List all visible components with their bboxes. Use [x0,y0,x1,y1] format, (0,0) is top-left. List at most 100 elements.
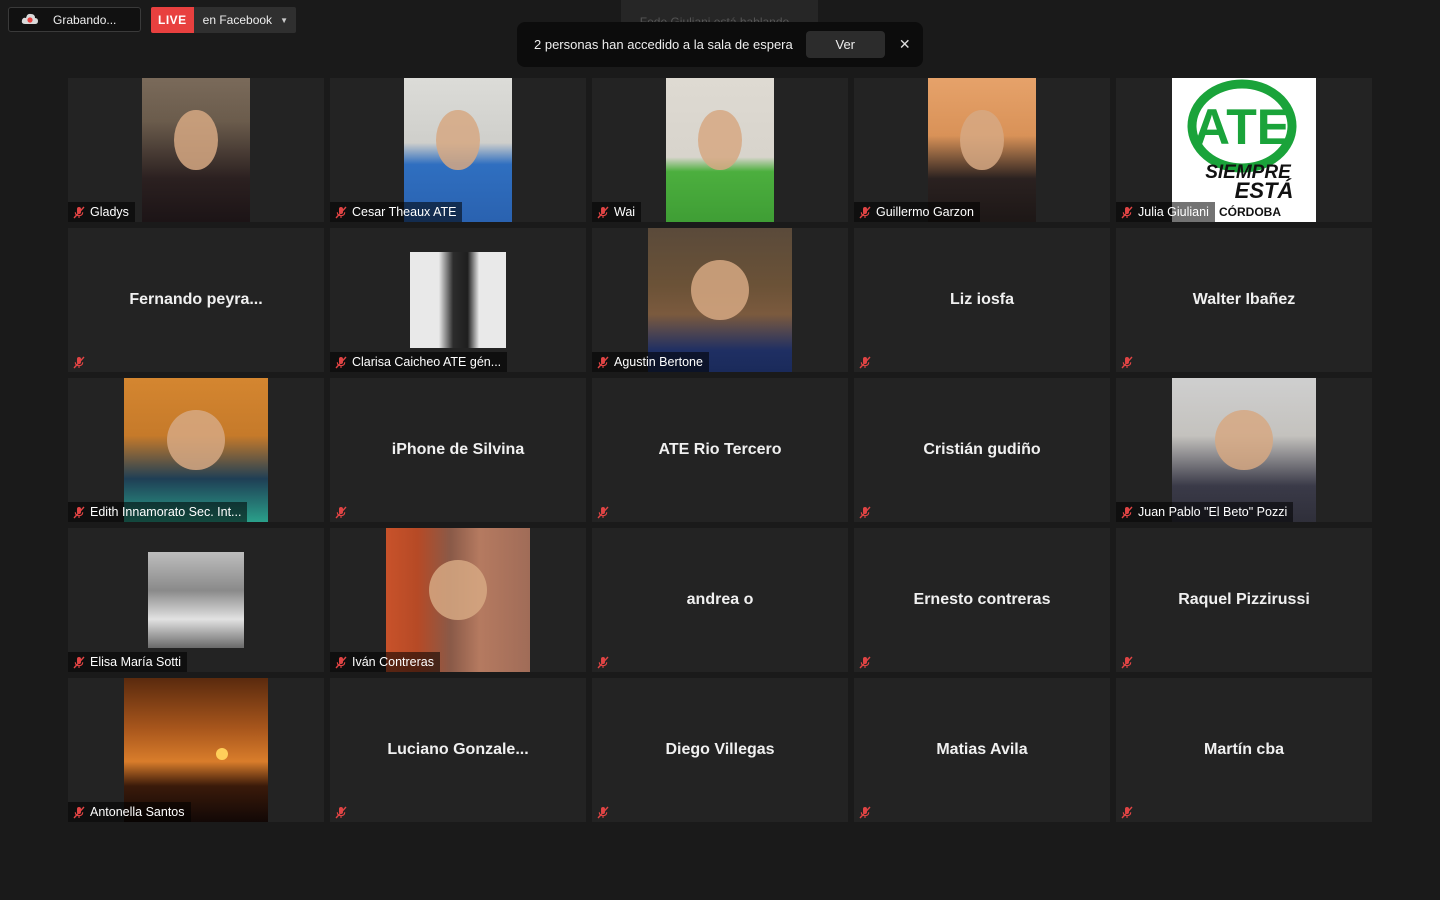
participant-name-center: Fernando peyra... [129,291,263,308]
participant-tile[interactable]: Clarisa Caicheo ATE gén... [330,228,586,372]
participant-tile[interactable]: ATE SIEMPRE ESTÁ CÓRDOBA Julia Giuliani [1116,78,1372,222]
participant-label [592,652,620,672]
participant-tile[interactable]: Juan Pablo "El Beto" Pozzi [1116,378,1372,522]
participant-tile[interactable]: Elisa María Sotti [68,528,324,672]
participant-tile[interactable]: Guillermo Garzon [854,78,1110,222]
mic-muted-icon [859,506,871,519]
participant-video [404,78,512,222]
mic-muted-icon [335,206,347,219]
view-waiting-room-button[interactable]: Ver [805,31,885,58]
participant-video [386,528,530,672]
participant-label: Gladys [68,202,135,222]
mic-muted-icon [73,206,85,219]
participant-tile[interactable]: Iván Contreras [330,528,586,672]
mic-muted-icon [1121,656,1133,669]
participant-name: Wai [614,205,636,219]
participant-tile[interactable]: ATE Rio Tercero [592,378,848,522]
mic-muted-icon [597,506,609,519]
mic-muted-icon [73,356,85,369]
participant-tile[interactable]: Raquel Pizzirussi [1116,528,1372,672]
participant-label: Elisa María Sotti [68,652,188,672]
recording-indicator[interactable]: Grabando... [8,7,141,32]
participant-name: Clarisa Caicheo ATE gén... [352,355,502,369]
participant-label [592,502,620,522]
recording-label: Grabando... [53,12,117,27]
svg-text:ESTÁ: ESTÁ [1235,178,1294,203]
caret-down-icon: ▼ [280,15,288,25]
participant-label [330,502,358,522]
participant-label: Julia Giuliani [1116,202,1215,222]
participant-tile[interactable]: Ernesto contreras [854,528,1110,672]
participant-video [142,78,250,222]
participant-tile[interactable]: andrea o [592,528,848,672]
mic-muted-icon [73,506,85,519]
participant-tile[interactable]: Antonella Santos [68,678,324,822]
participant-face [691,259,749,321]
participant-label: Guillermo Garzon [854,202,980,222]
participant-name-center: Matias Avila [936,741,1028,758]
participant-tile[interactable]: Gladys [68,78,324,222]
participant-label [854,502,882,522]
waiting-room-text: 2 personas han accedido a la sala de esp… [534,37,793,52]
participant-tile[interactable]: Liz iosfa [854,228,1110,372]
svg-text:ATE: ATE [1194,99,1290,155]
mic-muted-icon [335,656,347,669]
live-badge: LIVE [151,7,194,33]
participant-tile[interactable]: iPhone de Silvina [330,378,586,522]
participant-name: Edith Innamorato Sec. Int... [90,505,242,519]
mic-muted-icon [1121,206,1133,219]
participant-label: Cesar Theaux ATE [330,202,463,222]
participant-tile[interactable]: Edith Innamorato Sec. Int... [68,378,324,522]
participant-label [68,352,96,372]
participant-tile[interactable]: Fernando peyra... [68,228,324,372]
participant-tile[interactable]: Diego Villegas [592,678,848,822]
participant-tile[interactable]: Cristián gudiño [854,378,1110,522]
waiting-room-notification: 2 personas han accedido a la sala de esp… [517,22,923,67]
participant-name-center: ATE Rio Tercero [658,441,782,458]
participant-tile[interactable]: Agustin Bertone [592,228,848,372]
participant-tile[interactable]: Walter Ibañez [1116,228,1372,372]
participant-video [648,228,792,372]
participant-name-center: Cristián gudiño [923,441,1041,458]
participant-tile[interactable]: Cesar Theaux ATE [330,78,586,222]
participant-label [854,652,882,672]
participant-name: Guillermo Garzon [876,205,974,219]
mic-muted-icon [859,806,871,819]
participant-face [167,409,225,471]
participant-label: Wai [592,202,642,222]
participant-tile[interactable]: Luciano Gonzale... [330,678,586,822]
participant-name-center: Martín cba [1203,741,1284,758]
participant-name-center: Luciano Gonzale... [387,741,529,758]
participant-video [1172,378,1316,522]
mic-muted-icon [335,506,347,519]
mic-muted-icon [597,656,609,669]
participant-name-center: Ernesto contreras [913,591,1051,608]
participant-name: Julia Giuliani [1138,205,1209,219]
live-stream-control[interactable]: LIVE en Facebook ▼ [151,7,296,33]
mic-muted-icon [859,356,871,369]
participant-name-center: Liz iosfa [949,291,1014,308]
sunset-sun [216,748,228,760]
participant-label: Juan Pablo "El Beto" Pozzi [1116,502,1294,522]
mic-muted-icon [1121,506,1133,519]
close-icon[interactable]: ✕ [899,36,911,53]
mic-muted-icon [73,656,85,669]
svg-text:CÓRDOBA: CÓRDOBA [1219,204,1281,219]
participant-video [410,252,506,348]
participant-label [854,802,882,822]
participant-tile[interactable]: Martín cba [1116,678,1372,822]
participant-tile[interactable]: Wai [592,78,848,222]
participant-name-center: Walter Ibañez [1192,291,1296,308]
participant-face [698,109,742,171]
participant-tile[interactable]: Matias Avila [854,678,1110,822]
participant-name-center: andrea o [686,591,754,608]
participant-video [124,378,268,522]
mic-muted-icon [1121,356,1133,369]
mic-muted-icon [859,206,871,219]
participant-label: Clarisa Caicheo ATE gén... [330,352,508,372]
participant-face [174,109,218,171]
live-destination-dropdown[interactable]: en Facebook ▼ [193,7,296,33]
participant-name: Elisa María Sotti [90,655,182,669]
mic-muted-icon [597,206,609,219]
participant-label: Antonella Santos [68,802,191,822]
